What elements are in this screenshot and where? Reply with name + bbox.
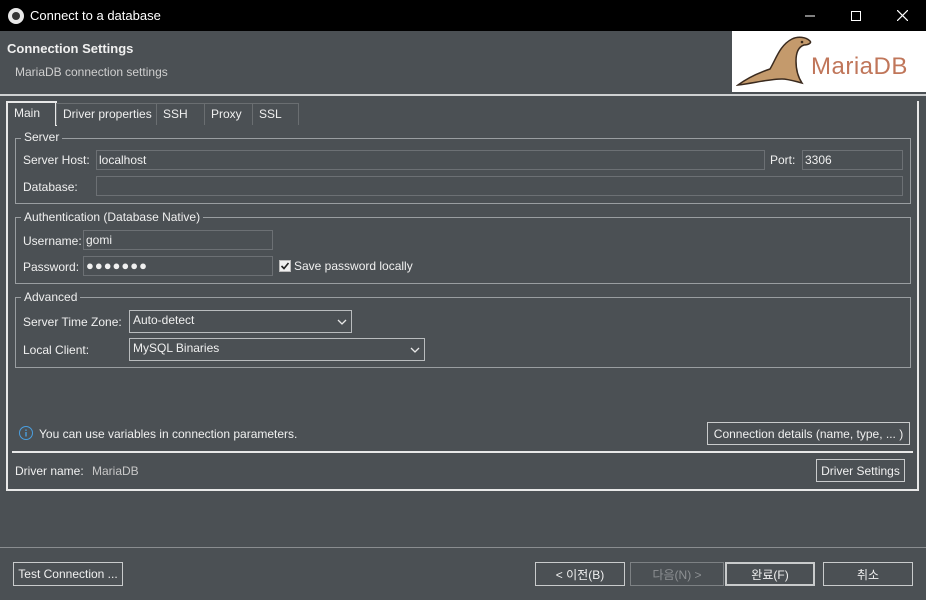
server-host-input[interactable]: localhost (96, 150, 765, 170)
local-client-label: Local Client: (23, 343, 90, 357)
username-label: Username: (23, 234, 82, 248)
port-input[interactable]: 3306 (802, 150, 903, 170)
driver-name-label: Driver name: (15, 464, 84, 478)
close-button[interactable] (879, 0, 925, 31)
app-icon (8, 8, 24, 24)
cancel-button[interactable]: 취소 (823, 562, 913, 586)
info-icon (19, 426, 33, 440)
advanced-group-label: Advanced (21, 290, 81, 304)
chevron-down-icon (406, 339, 424, 360)
password-input[interactable]: ●●●●●●● (83, 256, 273, 276)
driver-divider (12, 451, 913, 453)
header-divider (0, 94, 926, 96)
save-password-label: Save password locally (294, 259, 413, 273)
maximize-icon (851, 10, 861, 21)
window-title: Connect to a database (30, 8, 161, 23)
info-text: You can use variables in connection para… (39, 427, 298, 441)
server-time-zone-select[interactable]: Auto-detect (129, 310, 352, 333)
authentication-group-label: Authentication (Database Native) (21, 210, 204, 224)
password-label: Password: (23, 260, 80, 274)
minimize-button[interactable] (787, 0, 833, 31)
connection-details-button[interactable]: Connection details (name, type, ... ) (707, 422, 910, 445)
username-input[interactable]: gomi (83, 230, 273, 250)
next-button[interactable]: 다음(N) > (630, 562, 724, 586)
save-password-checkbox[interactable] (279, 260, 291, 272)
port-label: Port: (770, 153, 796, 167)
server-host-label: Server Host: (23, 153, 90, 167)
minimize-icon (805, 15, 815, 16)
chevron-down-icon (333, 311, 351, 332)
tab-main[interactable]: Main (6, 101, 57, 126)
local-client-select[interactable]: MySQL Binaries (129, 338, 425, 361)
server-time-zone-label: Server Time Zone: (23, 315, 122, 329)
tab-ssl[interactable]: SSL (252, 103, 299, 125)
back-button[interactable]: < 이전(B) (535, 562, 625, 586)
page-title: Connection Settings (7, 41, 134, 56)
tab-ssh[interactable]: SSH (156, 103, 205, 125)
database-label: Database: (23, 180, 78, 194)
server-group-label: Server (21, 130, 63, 144)
close-icon (896, 10, 908, 21)
maximize-button[interactable] (833, 0, 879, 31)
sea-lion-icon (736, 36, 812, 87)
footer-divider (0, 547, 926, 548)
page-subtitle: MariaDB connection settings (15, 65, 168, 79)
driver-settings-button[interactable]: Driver Settings (816, 459, 905, 482)
logo-text: MariaDB (811, 53, 908, 80)
finish-button[interactable]: 완료(F) (725, 562, 815, 586)
checkmark-icon (280, 262, 290, 270)
test-connection-button[interactable]: Test Connection ... (13, 562, 123, 586)
tab-driver-properties[interactable]: Driver properties (56, 103, 157, 125)
database-input[interactable] (96, 176, 903, 196)
local-client-value: MySQL Binaries (133, 341, 220, 355)
server-time-zone-value: Auto-detect (133, 313, 195, 327)
tab-proxy[interactable]: Proxy (204, 103, 253, 125)
driver-name-value: MariaDB (92, 464, 139, 478)
